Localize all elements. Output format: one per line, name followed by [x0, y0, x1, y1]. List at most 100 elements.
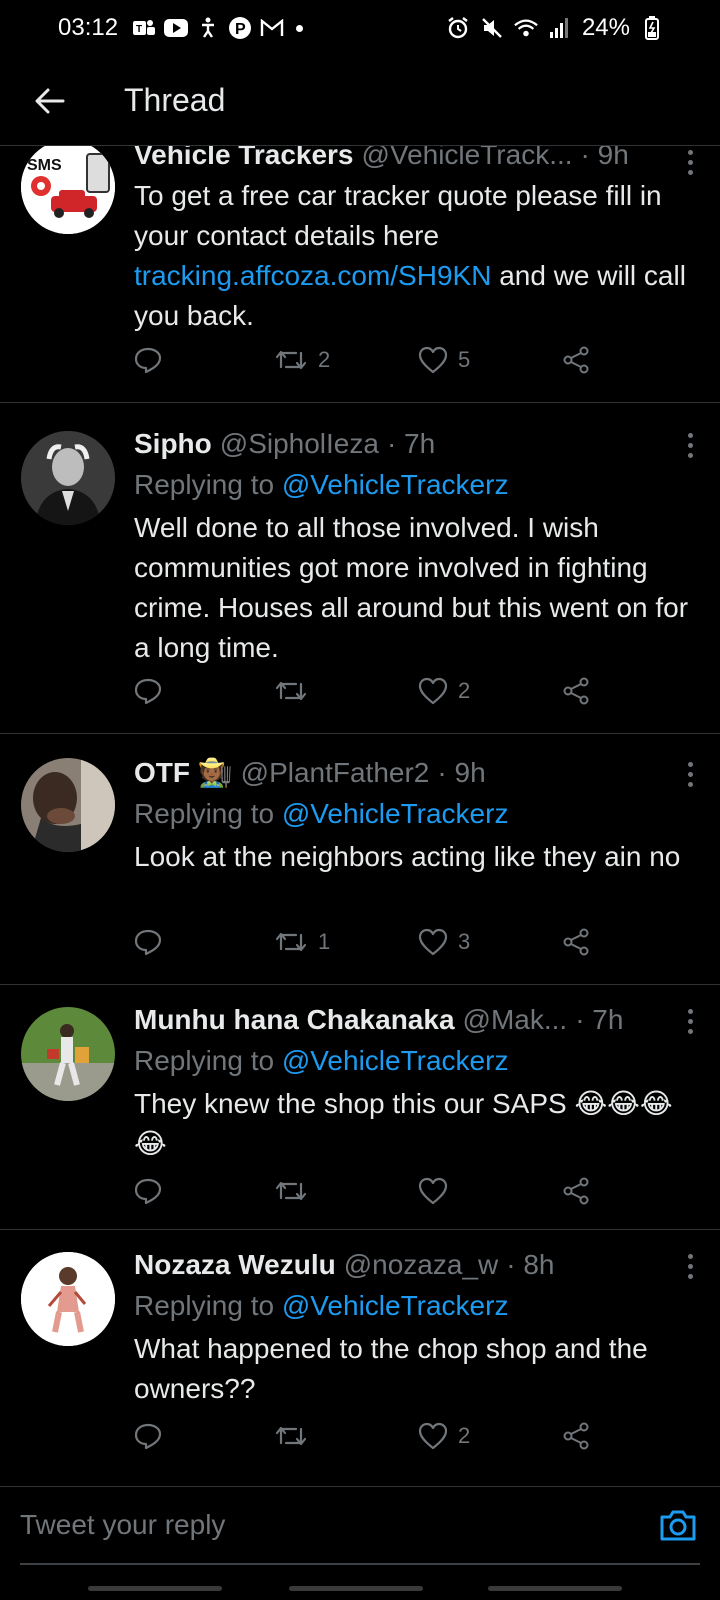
share-button[interactable]: [562, 1177, 590, 1205]
replying-to-handle[interactable]: @VehicleTrackerz: [282, 469, 509, 500]
tweet-time: · 9h: [437, 757, 486, 788]
heart-icon: [418, 928, 448, 956]
nav-home[interactable]: [289, 1586, 423, 1591]
nav-back[interactable]: [488, 1586, 622, 1591]
system-nav-bar: [0, 1564, 720, 1600]
share-button[interactable]: [562, 346, 590, 374]
avatar-nozaza[interactable]: [21, 1252, 115, 1346]
replying-to-handle[interactable]: @VehicleTrackerz: [282, 1045, 509, 1076]
tweet[interactable]: OTF 🧑🏾‍🌾 @PlantFather2 · 9h Replying to …: [0, 734, 720, 985]
retweet-count: 2: [318, 347, 331, 372]
tweet-text: They knew the shop this our SAPS 😂😂😂😂: [134, 1088, 673, 1159]
battery-charging-icon: [640, 16, 664, 40]
author-name[interactable]: Vehicle Trackers: [134, 146, 354, 174]
svg-text:SMS: SMS: [27, 157, 62, 174]
author-name[interactable]: Nozaza Wezulu: [134, 1246, 336, 1284]
replying-to: Replying to @VehicleTrackerz: [134, 466, 700, 504]
system-icons: 24%: [446, 14, 664, 42]
retweet-button[interactable]: [274, 1423, 318, 1449]
like-button[interactable]: 2: [418, 1422, 470, 1450]
heart-icon: [418, 346, 448, 374]
camera-button[interactable]: [658, 1505, 698, 1545]
retweet-button[interactable]: 2: [274, 347, 330, 373]
reply-button[interactable]: [134, 677, 162, 705]
like-count: 3: [458, 929, 471, 954]
author-handle[interactable]: @VehicleTrack...: [362, 146, 573, 174]
avatar-munhu[interactable]: [21, 1007, 115, 1101]
replying-to: Replying to @VehicleTrackerz: [134, 1287, 700, 1325]
signal-icon: [548, 17, 572, 39]
tweet-text: Look at the neighbors acting like they a…: [134, 841, 681, 872]
reply-button[interactable]: [134, 928, 162, 956]
heart-icon: [418, 1422, 448, 1450]
tweet[interactable]: SMS Vehicle Trackers @VehicleTrack... · …: [0, 146, 720, 403]
retweet-button[interactable]: [274, 1178, 318, 1204]
alarm-icon: [446, 17, 470, 39]
share-icon: [563, 1422, 589, 1450]
tweet-time: · 8h: [506, 1249, 555, 1280]
status-time: 03:12: [58, 14, 119, 41]
retweet-button[interactable]: 1: [274, 929, 330, 955]
retweet-icon: [275, 350, 307, 370]
tweet-text-part: To get a free car tracker quote please f…: [134, 180, 662, 251]
thread-header: Thread: [0, 56, 720, 146]
replying-to: Replying to @VehicleTrackerz: [134, 1042, 700, 1080]
author-name[interactable]: OTF 🧑🏾‍🌾: [134, 754, 233, 792]
nav-recents[interactable]: [88, 1586, 222, 1591]
author-handle[interactable]: @Mak...: [463, 1001, 568, 1039]
tweet[interactable]: Munhu hana Chakanaka @Mak... · 7h Replyi…: [0, 985, 720, 1230]
share-button[interactable]: [562, 1422, 590, 1450]
tweet-actions: 2 5: [134, 340, 604, 380]
camera-icon: [660, 1510, 696, 1541]
avatar-otf[interactable]: [21, 758, 115, 852]
tweet-link[interactable]: tracking.affcoza.com/SH9KN: [134, 260, 491, 291]
replying-to: Replying to @VehicleTrackerz: [134, 795, 700, 833]
thread-feed[interactable]: SMS Vehicle Trackers @VehicleTrack... · …: [0, 146, 720, 1486]
avatar-vehicle-trackers[interactable]: SMS: [21, 146, 115, 234]
reply-icon: [134, 678, 162, 705]
author-handle[interactable]: @SipholIeza: [220, 425, 379, 463]
like-count: 2: [458, 1423, 471, 1448]
author-name[interactable]: Munhu hana Chakanaka: [134, 1001, 455, 1039]
tweet-meta: Munhu hana Chakanaka @Mak... · 7h: [134, 1001, 700, 1039]
retweet-button[interactable]: [274, 678, 318, 704]
more-options-button[interactable]: [686, 150, 694, 175]
reply-icon: [134, 1178, 162, 1205]
gmail-icon: [260, 17, 284, 39]
tweet-time: · 7h: [575, 1004, 624, 1035]
author-handle[interactable]: @PlantFather2: [241, 754, 430, 792]
share-button[interactable]: [562, 928, 590, 956]
author-handle[interactable]: @nozaza_w: [344, 1246, 499, 1284]
reply-button[interactable]: [134, 1177, 162, 1205]
like-button[interactable]: 5: [418, 346, 470, 374]
arrow-left-icon: [35, 88, 65, 113]
back-button[interactable]: [26, 77, 74, 125]
more-options-button[interactable]: [686, 433, 694, 458]
page-title: Thread: [124, 82, 226, 118]
share-button[interactable]: [562, 677, 590, 705]
like-button[interactable]: [418, 1177, 458, 1205]
more-options-button[interactable]: [686, 1254, 694, 1279]
author-name[interactable]: Sipho: [134, 425, 212, 463]
tweet-meta: Sipho @SipholIeza · 7h: [134, 425, 700, 463]
tweet[interactable]: Nozaza Wezulu @nozaza_w · 8h Replying to…: [0, 1230, 720, 1486]
tweet-meta: OTF 🧑🏾‍🌾 @PlantFather2 · 9h: [134, 754, 700, 792]
share-icon: [563, 1177, 589, 1205]
reply-input[interactable]: [20, 1487, 620, 1563]
avatar-sipho[interactable]: [21, 431, 115, 525]
more-options-button[interactable]: [686, 1009, 694, 1034]
replying-to-label: Replying to: [134, 1290, 282, 1321]
more-options-button[interactable]: [686, 762, 694, 787]
mute-icon: [480, 17, 504, 39]
tweet-actions: 1 3: [134, 922, 604, 962]
replying-to-handle[interactable]: @VehicleTrackerz: [282, 798, 509, 829]
replying-to-handle[interactable]: @VehicleTrackerz: [282, 1290, 509, 1321]
tweet[interactable]: Sipho @SipholIeza · 7h Replying to @Vehi…: [0, 403, 720, 734]
reply-button[interactable]: [134, 1422, 162, 1450]
accessibility-icon: [196, 17, 220, 39]
like-button[interactable]: 2: [418, 677, 470, 705]
reply-button[interactable]: [134, 346, 162, 374]
like-button[interactable]: 3: [418, 928, 470, 956]
teams-icon: T: [132, 17, 156, 39]
tweet-meta: Nozaza Wezulu @nozaza_w · 8h: [134, 1246, 700, 1284]
